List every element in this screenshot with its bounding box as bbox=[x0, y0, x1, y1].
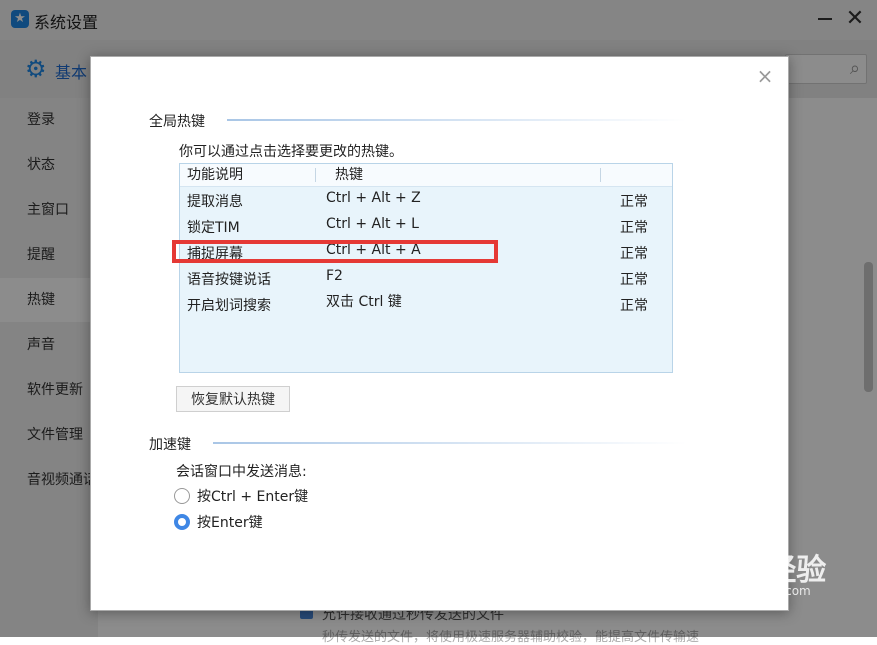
row-status: 正常 bbox=[620, 298, 648, 314]
radio-ctrl-enter[interactable] bbox=[174, 488, 190, 504]
section-divider bbox=[227, 119, 687, 121]
radio-enter-label[interactable]: 按Enter键 bbox=[197, 512, 263, 532]
row-hotkey[interactable]: F2 bbox=[326, 263, 343, 289]
row-function: 锁定TIM bbox=[187, 220, 240, 236]
baidu-watermark-url: jingyan.baidu.com bbox=[700, 584, 811, 598]
hotkey-hint: 你可以通过点击选择要更改的热键。 bbox=[179, 144, 403, 160]
row-status: 正常 bbox=[620, 220, 648, 236]
hotkey-dialog: × 全局热键 你可以通过点击选择要更改的热键。 功能说明 热键 提取消息 Ctr… bbox=[90, 56, 789, 611]
row-status: 正常 bbox=[620, 272, 648, 288]
table-row[interactable]: 语音按键说话 F2 正常 bbox=[180, 267, 672, 293]
baidu-watermark: Baidu经验 bbox=[670, 553, 827, 588]
column-divider bbox=[315, 168, 316, 182]
send-message-label: 会话窗口中发送消息: bbox=[176, 464, 307, 480]
column-header-hotkey: 热键 bbox=[335, 167, 363, 183]
highlight-annotation bbox=[172, 240, 498, 263]
section-divider bbox=[213, 442, 687, 444]
row-hotkey[interactable]: 双击 Ctrl 键 bbox=[326, 289, 402, 315]
radio-enter[interactable] bbox=[174, 514, 190, 530]
row-hotkey[interactable]: Ctrl + Alt + Z bbox=[326, 185, 421, 211]
global-hotkeys-title: 全局热键 bbox=[149, 114, 205, 130]
column-header-function: 功能说明 bbox=[187, 167, 243, 183]
row-status: 正常 bbox=[620, 194, 648, 210]
table-row[interactable]: 提取消息 Ctrl + Alt + Z 正常 bbox=[180, 189, 672, 215]
reset-hotkeys-button[interactable]: 恢复默认热键 bbox=[176, 386, 290, 412]
table-row[interactable]: 开启划词搜索 双击 Ctrl 键 正常 bbox=[180, 293, 672, 319]
row-hotkey[interactable]: Ctrl + Alt + L bbox=[326, 211, 419, 237]
column-divider bbox=[600, 168, 601, 182]
accelerators-title: 加速键 bbox=[149, 437, 191, 453]
row-status: 正常 bbox=[620, 246, 648, 262]
table-header: 功能说明 热键 bbox=[180, 164, 672, 187]
dialog-close-button[interactable]: × bbox=[754, 65, 776, 87]
row-function: 提取消息 bbox=[187, 194, 243, 210]
row-function: 语音按键说话 bbox=[187, 272, 271, 288]
radio-ctrl-enter-label[interactable]: 按Ctrl + Enter键 bbox=[197, 486, 308, 506]
table-row[interactable]: 锁定TIM Ctrl + Alt + L 正常 bbox=[180, 215, 672, 241]
row-function: 开启划词搜索 bbox=[187, 298, 271, 314]
hotkey-table: 功能说明 热键 提取消息 Ctrl + Alt + Z 正常 锁定TIM Ctr… bbox=[179, 163, 673, 373]
